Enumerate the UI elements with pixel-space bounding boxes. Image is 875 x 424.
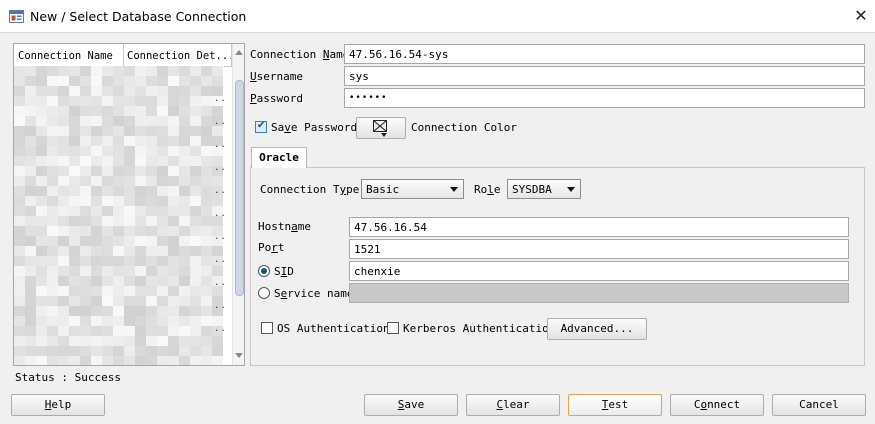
save-password-label: Save Password bbox=[271, 121, 358, 134]
connections-list[interactable]: Connection Name Connection Det... .. .. … bbox=[13, 43, 245, 366]
tab-oracle[interactable]: Oracle bbox=[251, 147, 307, 168]
list-item: .. bbox=[214, 278, 227, 288]
cancel-button[interactable]: Cancel bbox=[772, 394, 866, 416]
close-icon[interactable]: ✕ bbox=[852, 7, 870, 25]
scroll-down-icon[interactable] bbox=[235, 353, 243, 358]
role-label: Role bbox=[474, 183, 501, 196]
scroll-thumb[interactable] bbox=[235, 80, 244, 296]
service-name-label: Service name bbox=[274, 287, 354, 300]
kerberos-auth-label: Kerberos Authentication bbox=[403, 322, 556, 335]
database-icon bbox=[9, 10, 24, 23]
list-header: Connection Name Connection Det... bbox=[14, 44, 234, 67]
hostname-label: Hostname bbox=[258, 220, 311, 233]
list-item: .. bbox=[214, 186, 227, 196]
chevron-down-icon bbox=[381, 133, 387, 137]
save-button[interactable]: Save bbox=[364, 394, 458, 416]
port-input[interactable]: 1521 bbox=[349, 239, 849, 259]
scroll-up-icon[interactable] bbox=[235, 50, 243, 55]
port-label: Port bbox=[258, 241, 285, 254]
list-item: .. bbox=[214, 301, 227, 311]
os-auth-checkbox[interactable] bbox=[261, 322, 273, 334]
os-auth-label: OS Authentication bbox=[277, 322, 390, 335]
role-select[interactable]: SYSDBA bbox=[507, 179, 581, 199]
list-item: .. bbox=[214, 163, 227, 173]
connection-name-label: Connection Name bbox=[250, 48, 350, 61]
username-label: Username bbox=[250, 70, 303, 83]
service-name-input[interactable] bbox=[349, 283, 849, 303]
list-item: .. bbox=[214, 209, 227, 219]
list-item: .. bbox=[214, 117, 227, 127]
list-item: .. bbox=[214, 255, 227, 265]
column-connection-details[interactable]: Connection Det... bbox=[127, 50, 234, 62]
list-item: .. bbox=[214, 140, 227, 150]
connection-color-button[interactable] bbox=[356, 117, 406, 139]
sid-label: SID bbox=[274, 265, 294, 278]
password-label: Password bbox=[250, 92, 303, 105]
connection-name-input[interactable]: 47.56.16.54-sys bbox=[344, 44, 865, 64]
kerberos-auth-checkbox[interactable] bbox=[387, 322, 399, 334]
list-item: .. bbox=[214, 232, 227, 242]
test-button[interactable]: Test bbox=[568, 394, 662, 416]
connection-color-label: Connection Color bbox=[411, 121, 517, 134]
sid-input[interactable]: chenxie bbox=[349, 261, 849, 281]
username-input[interactable]: sys bbox=[344, 66, 865, 86]
role-value: SYSDBA bbox=[512, 183, 552, 196]
status-text: Status : Success bbox=[15, 371, 121, 384]
help-button[interactable]: Help bbox=[11, 394, 105, 416]
list-item: .. bbox=[214, 324, 227, 334]
list-scrollbar[interactable] bbox=[232, 44, 244, 365]
save-password-checkbox[interactable] bbox=[255, 120, 267, 133]
list-item: .. bbox=[214, 94, 227, 104]
sid-radio[interactable] bbox=[258, 265, 270, 277]
connection-type-value: Basic bbox=[366, 183, 400, 196]
column-connection-name[interactable]: Connection Name bbox=[18, 50, 113, 62]
chevron-down-icon bbox=[450, 187, 458, 192]
connection-type-select[interactable]: Basic bbox=[361, 179, 464, 199]
hostname-input[interactable]: 47.56.16.54 bbox=[349, 217, 849, 237]
connection-type-label: Connection Type bbox=[260, 183, 360, 196]
chevron-down-icon bbox=[567, 187, 575, 192]
connect-button[interactable]: Connect bbox=[670, 394, 764, 416]
password-input[interactable]: •••••• bbox=[344, 88, 865, 108]
clear-button[interactable]: Clear bbox=[466, 394, 560, 416]
service-name-radio[interactable] bbox=[258, 287, 270, 299]
window-title: New / Select Database Connection bbox=[30, 9, 247, 24]
color-picker-icon bbox=[373, 120, 387, 132]
obscured-rows bbox=[14, 66, 224, 365]
advanced-button[interactable]: Advanced... bbox=[547, 318, 647, 340]
